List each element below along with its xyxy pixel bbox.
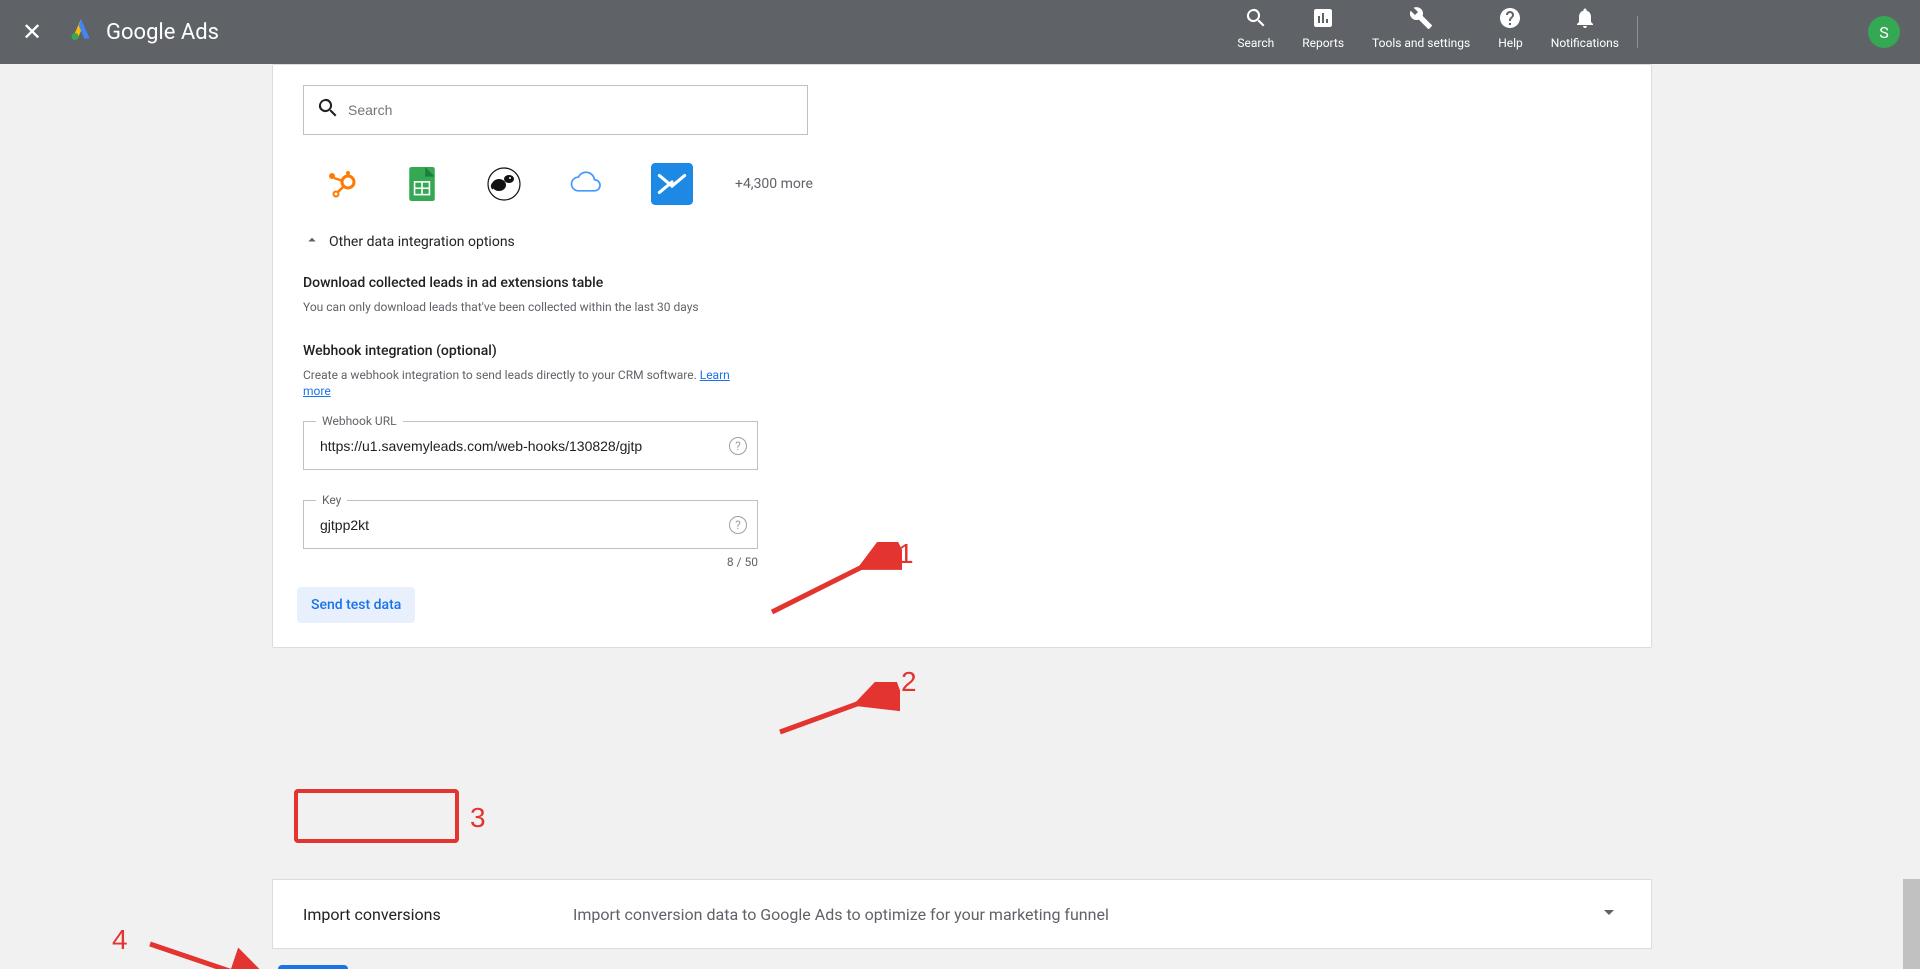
key-char-count: 8 / 50 xyxy=(303,555,758,569)
cloud-icon[interactable] xyxy=(569,167,603,201)
nav-search-label: Search xyxy=(1237,36,1274,50)
help-icon[interactable]: ? xyxy=(729,516,747,534)
hubspot-icon[interactable] xyxy=(323,167,357,201)
download-sub: You can only download leads that've been… xyxy=(303,299,743,315)
scrollbar-thumb[interactable] xyxy=(1903,879,1920,969)
import-sub: Import conversion data to Google Ads to … xyxy=(573,905,1597,924)
help-icon xyxy=(1498,6,1522,34)
webhook-url-label: Webhook URL xyxy=(316,414,403,428)
nav-search[interactable]: Search xyxy=(1223,0,1288,64)
annotation-arrow-2 xyxy=(770,682,900,742)
annotation-num-1: 1 xyxy=(898,538,914,570)
nav-tools[interactable]: Tools and settings xyxy=(1358,0,1484,64)
webhook-url-field[interactable]: Webhook URL ? xyxy=(303,421,758,470)
google-ads-logo-icon xyxy=(68,17,94,47)
nav-reports[interactable]: Reports xyxy=(1288,0,1358,64)
search-icon xyxy=(316,96,348,124)
chevron-down-icon xyxy=(1597,900,1621,928)
annotation-highlight-3 xyxy=(294,789,459,843)
send-test-button[interactable]: Send test data xyxy=(297,587,415,623)
scrollbar-track xyxy=(1903,64,1920,969)
annotation-num-4: 4 xyxy=(112,924,128,956)
annotation-arrow-4 xyxy=(140,934,280,969)
product-logo[interactable]: Google Ads xyxy=(68,17,219,47)
download-title: Download collected leads in ad extension… xyxy=(303,275,1621,291)
integrations-row: +4,300 more xyxy=(323,163,1621,205)
close-button[interactable]: ✕ xyxy=(20,18,44,46)
wrench-icon xyxy=(1409,6,1433,34)
bar-chart-icon xyxy=(1311,6,1335,34)
integration-search-input[interactable] xyxy=(348,102,795,118)
nav-notifications-label: Notifications xyxy=(1551,36,1619,50)
help-icon[interactable]: ? xyxy=(729,437,747,455)
nav-help-label: Help xyxy=(1498,36,1523,50)
save-button[interactable]: Save xyxy=(278,965,348,969)
nav-tools-label: Tools and settings xyxy=(1372,36,1470,50)
webhook-sub: Create a webhook integration to send lea… xyxy=(303,367,743,399)
header-left: ✕ Google Ads xyxy=(20,17,219,47)
nav-help[interactable]: Help xyxy=(1484,0,1537,64)
page-body: +4,300 more Other data integration optio… xyxy=(0,64,1920,969)
search-icon xyxy=(1244,6,1268,34)
chevron-up-icon xyxy=(303,231,321,253)
product-name: Google Ads xyxy=(106,20,219,45)
avatar-letter: S xyxy=(1879,23,1889,42)
annotation-num-3: 3 xyxy=(470,802,486,834)
main-card: +4,300 more Other data integration optio… xyxy=(272,64,1652,648)
app-header: ✕ Google Ads Search Reports Tools and se… xyxy=(0,0,1920,64)
avatar[interactable]: S xyxy=(1868,16,1900,48)
nav-reports-label: Reports xyxy=(1302,36,1344,50)
integrations-more[interactable]: +4,300 more xyxy=(735,176,813,192)
google-sheets-icon[interactable] xyxy=(405,167,439,201)
webhook-key-field[interactable]: Key ? xyxy=(303,500,758,549)
campaign-monitor-icon[interactable] xyxy=(651,163,693,205)
webhook-sub-text: Create a webhook integration to send lea… xyxy=(303,368,700,382)
action-row: Save Cancel xyxy=(278,965,419,969)
nav-notifications[interactable]: Notifications xyxy=(1537,0,1633,64)
header-divider xyxy=(1637,16,1638,48)
webhook-key-input[interactable] xyxy=(320,517,717,533)
annotation-num-2: 2 xyxy=(901,666,917,698)
webhook-key-label: Key xyxy=(316,493,347,507)
integration-search[interactable] xyxy=(303,85,808,135)
header-nav: Search Reports Tools and settings Help N… xyxy=(1223,0,1648,64)
other-options-toggle[interactable]: Other data integration options xyxy=(303,231,1621,253)
import-title: Import conversions xyxy=(303,905,573,924)
webhook-url-input[interactable] xyxy=(320,438,717,454)
other-options-label: Other data integration options xyxy=(329,234,515,250)
bell-icon xyxy=(1573,6,1597,34)
import-conversions-card[interactable]: Import conversions Import conversion dat… xyxy=(272,879,1652,949)
mailchimp-icon[interactable] xyxy=(487,167,521,201)
webhook-title: Webhook integration (optional) xyxy=(303,343,1621,359)
